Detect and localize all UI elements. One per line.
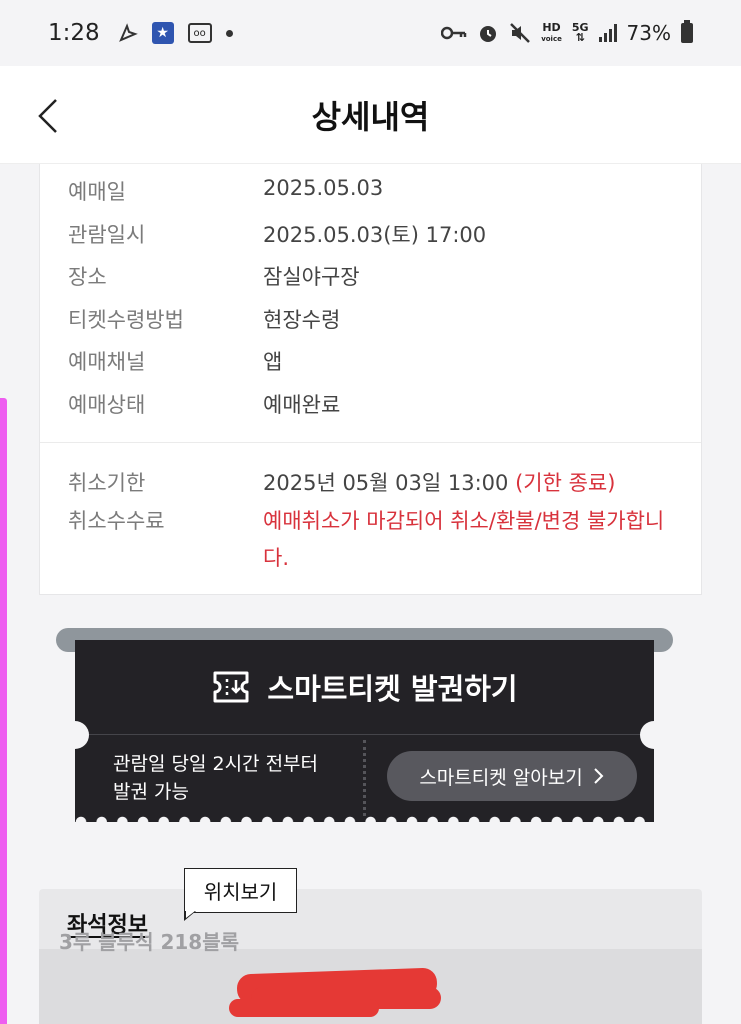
booking-date-row: 예매일 2025.05.03 <box>68 176 383 206</box>
seat-info-card: 좌석정보 3루 블루석 218블록 <box>39 889 702 1024</box>
ticket-scallop-edge <box>75 816 654 828</box>
status-label: 예매상태 <box>68 393 146 417</box>
battery-percent: 73% <box>626 21 671 45</box>
view-datetime-value: 2025.05.03(토) 17:00 <box>263 223 487 247</box>
status-value: 예매완료 <box>263 393 341 417</box>
channel-label: 예매채널 <box>68 350 146 374</box>
hd-label: HD <box>542 20 561 34</box>
network-5g-icon: 5G ⇅ <box>571 21 589 44</box>
smart-ticket-issue-button[interactable]: 스마트티켓 발권하기 <box>75 640 654 734</box>
receive-method-label: 티켓수령방법 <box>68 308 184 332</box>
cassette-icon: oo <box>187 23 212 43</box>
header: 상세내역 <box>0 66 741 164</box>
ticket-notch-right <box>640 721 668 749</box>
ticket-separator <box>89 734 640 735</box>
cancel-fee-label: 취소수수료 <box>68 509 165 533</box>
booking-details-card: 예매일 2025.05.03 관람일시 2025.05.03(토) 17:00 … <box>39 164 702 595</box>
edge-panel-handle[interactable] <box>0 398 7 1024</box>
tooltip-tail-inner <box>185 911 195 918</box>
battery-icon <box>681 20 693 43</box>
view-datetime-label: 관람일시 <box>68 223 146 247</box>
chevron-right-icon <box>593 768 604 784</box>
voice-label: voice <box>541 34 562 43</box>
key-icon <box>441 25 467 41</box>
ticket-perforation <box>363 740 366 816</box>
cancel-deadline-note: (기한 종료) <box>515 471 616 495</box>
mute-icon <box>509 22 531 44</box>
alarm-icon <box>477 22 499 44</box>
booking-date-label: 예매일 <box>68 180 126 204</box>
status-bar: 1:28 ★ oo HD voice 5G ⇅ 73% <box>0 0 741 66</box>
ticket-notch-left <box>61 721 89 749</box>
status-time: 1:28 <box>48 20 100 46</box>
booking-date-value: 2025.05.03 <box>263 176 384 200</box>
cancel-fee-value: 예매취소가 마감되어 취소/환불/변경 불가합니다. <box>263 509 665 570</box>
smart-ticket-desc-line2: 발권 가능 <box>113 781 189 803</box>
place-row: 장소 잠실야구장 <box>68 261 360 291</box>
cancel-deadline-row: 취소기한 2025년 05월 03일 13:00 (기한 종료) <box>68 467 615 497</box>
view-datetime-row: 관람일시 2025.05.03(토) 17:00 <box>68 219 486 249</box>
ticket-download-icon <box>213 671 249 703</box>
cancel-fee-row: 취소수수료 예매취소가 마감되어 취소/환불/변경 불가합니다. <box>68 503 673 577</box>
view-location-tooltip[interactable]: 위치보기 <box>184 868 297 913</box>
place-value: 잠실야구장 <box>263 265 360 289</box>
smart-ticket-learn-label: 스마트티켓 알아보기 <box>419 766 583 789</box>
channel-value: 앱 <box>263 350 283 374</box>
more-notifications-icon <box>225 29 233 37</box>
hd-voice-icon: HD voice <box>541 20 562 44</box>
smart-ticket-desc-line1: 관람일 당일 2시간 전부터 <box>113 753 319 775</box>
place-label: 장소 <box>68 265 107 289</box>
cancel-deadline-label: 취소기한 <box>68 471 146 495</box>
divider <box>40 442 701 443</box>
receive-method-row: 티켓수령방법 현장수령 <box>68 304 340 334</box>
smart-ticket-card: 스마트티켓 발권하기 관람일 당일 2시간 전부터 발권 가능 스마트티켓 알아… <box>61 640 668 828</box>
receive-method-value: 현장수령 <box>263 308 341 332</box>
smart-ticket-description: 관람일 당일 2시간 전부터 발권 가능 <box>113 750 353 806</box>
back-button[interactable] <box>30 94 70 138</box>
view-location-label: 위치보기 <box>203 880 278 904</box>
smart-ticket-title: 스마트티켓 발권하기 <box>267 672 518 706</box>
status-row: 예매상태 예매완료 <box>68 389 340 419</box>
cancel-deadline-value: 2025년 05월 03일 13:00 (기한 종료) <box>263 467 615 497</box>
app-notification-icon: ★ <box>151 22 174 44</box>
signal-icon <box>598 24 617 42</box>
smart-ticket-learn-button[interactable]: 스마트티켓 알아보기 <box>387 751 637 801</box>
5g-label: 5G <box>571 21 589 34</box>
chevron-left-icon <box>38 99 57 133</box>
location-arrow-icon <box>118 23 138 43</box>
redaction-mark <box>229 999 379 1017</box>
cancel-deadline-date: 2025년 05월 03일 13:00 <box>263 471 509 495</box>
page-title: 상세내역 <box>311 97 430 136</box>
seat-detail-text: 3루 블루석 218블록 <box>59 930 239 954</box>
channel-row: 예매채널 앱 <box>68 346 282 376</box>
